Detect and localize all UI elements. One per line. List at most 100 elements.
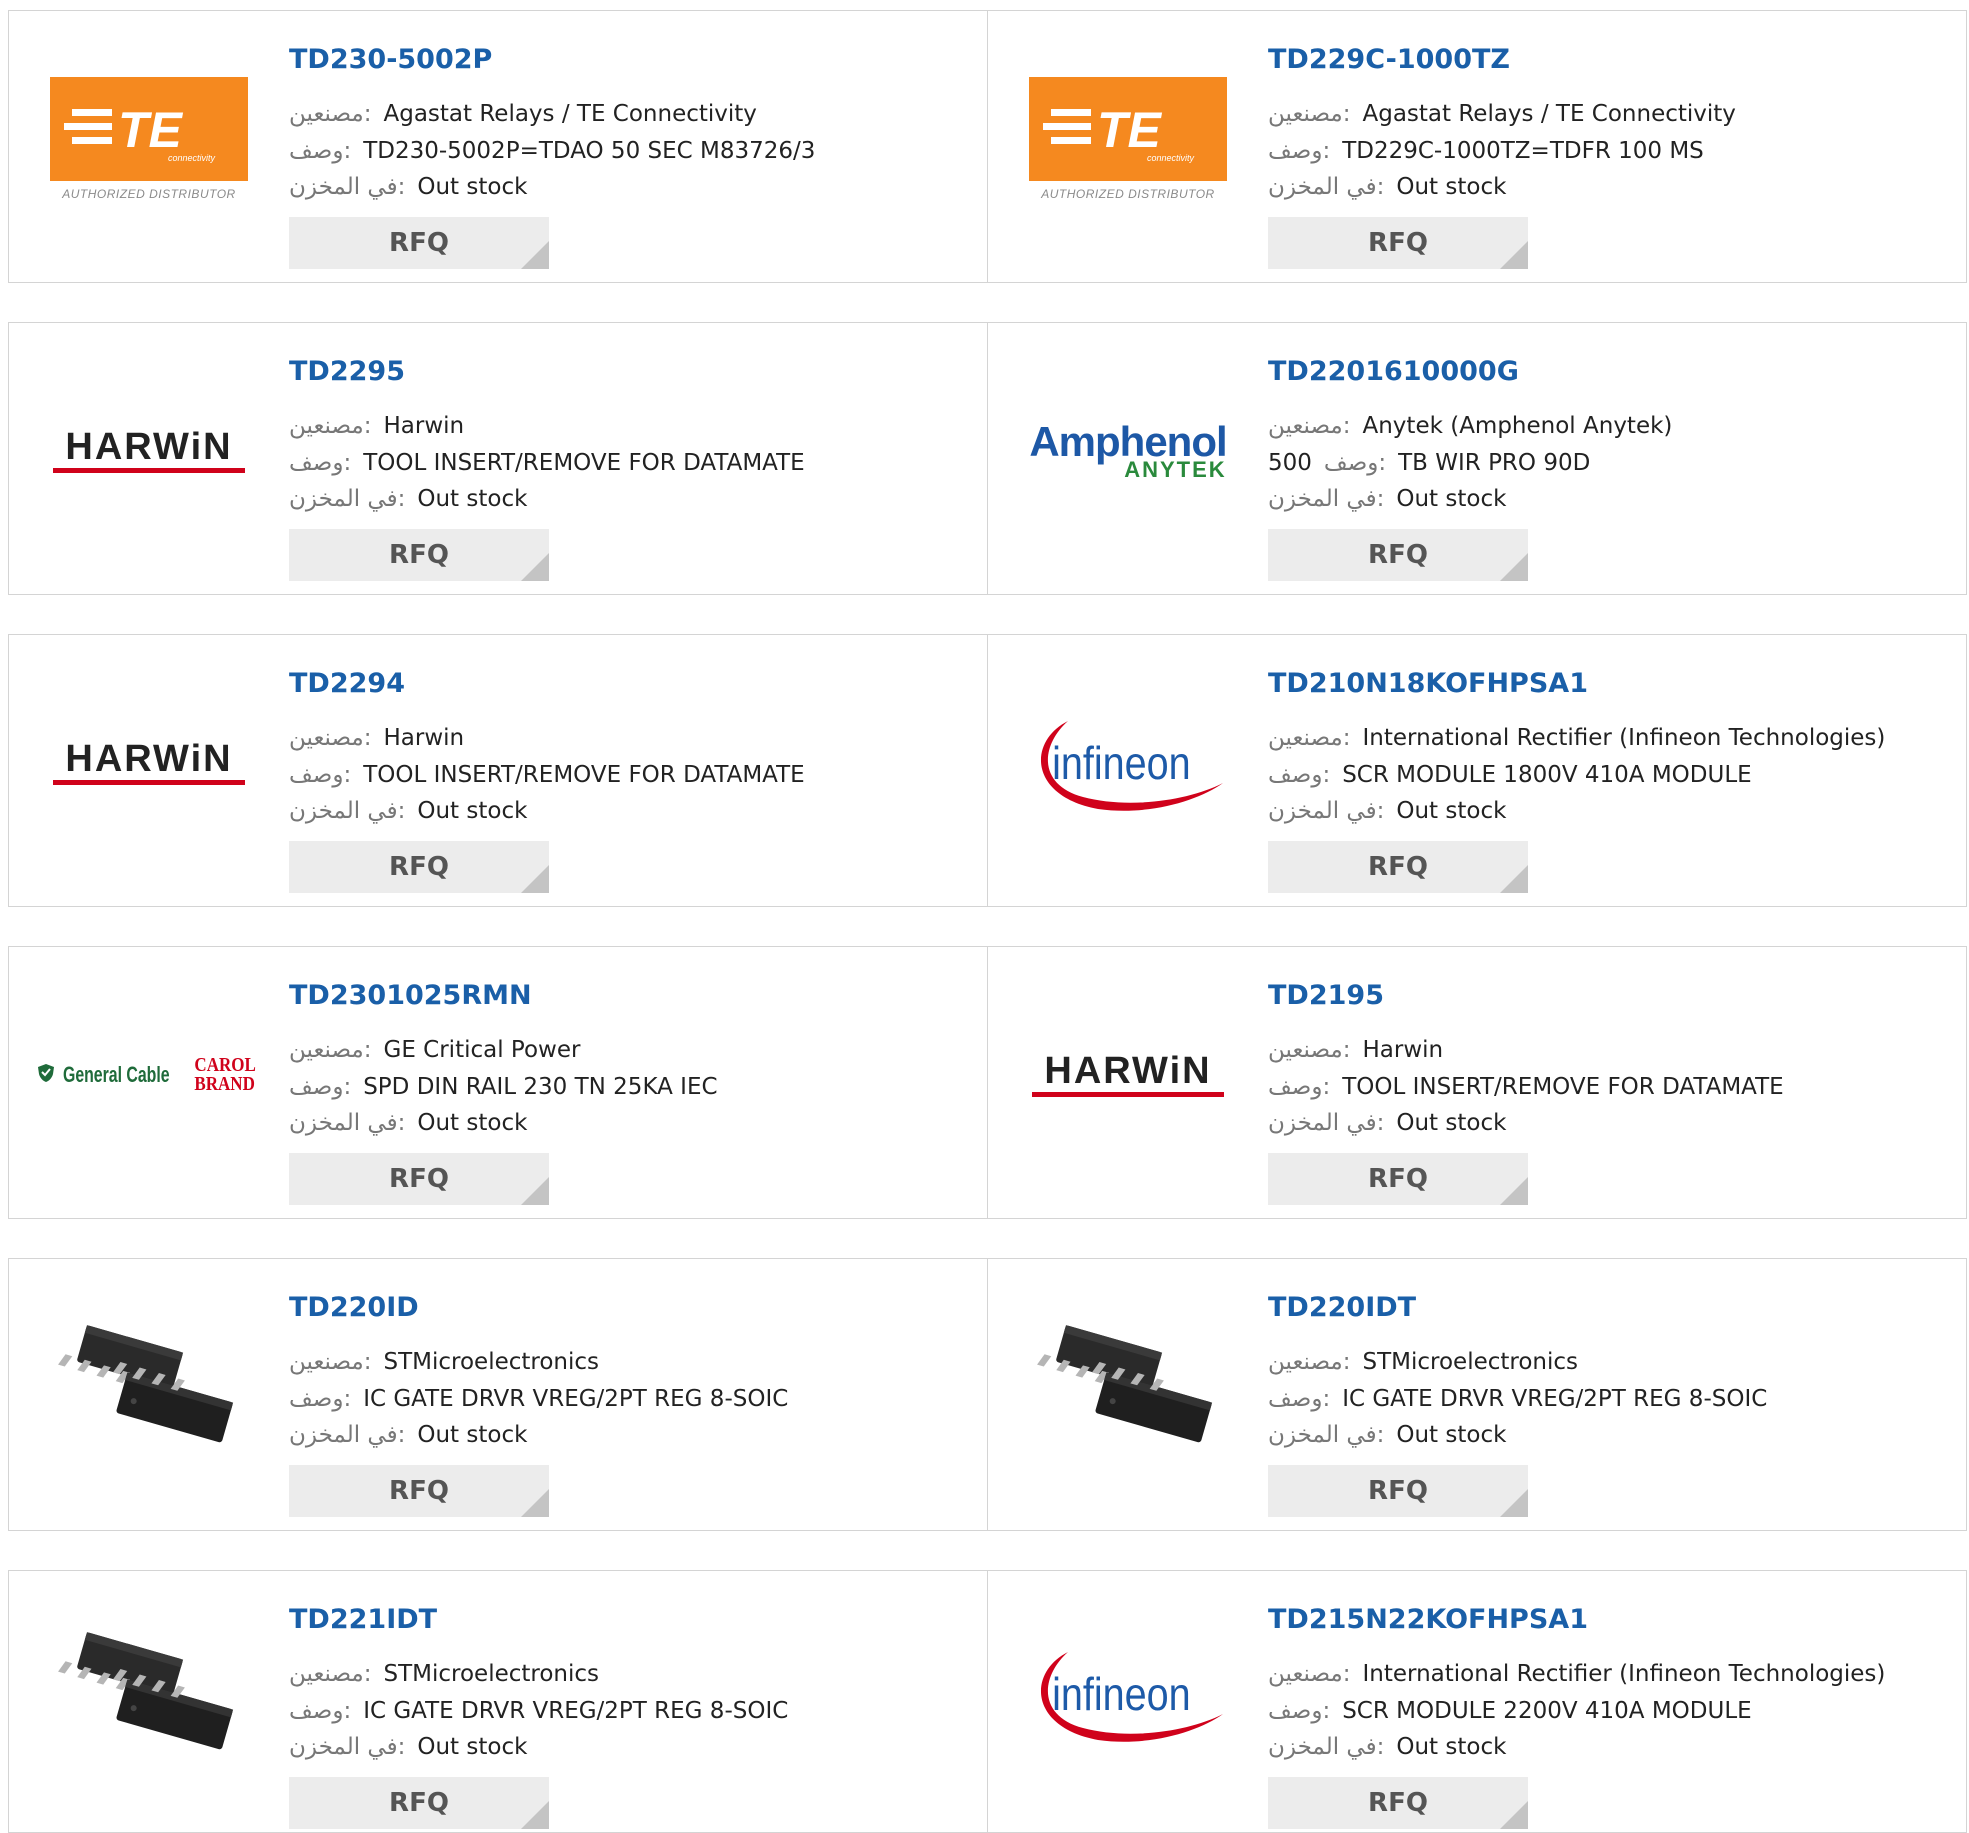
te-connectivity-logo: TE connectivity AUTHORIZED DISTRIBUTOR: [50, 76, 248, 201]
stock-label: في المخزن:: [289, 798, 406, 824]
rfq-button-label: RFQ: [389, 540, 449, 570]
part-number-link[interactable]: TD220IDT: [1268, 1292, 1416, 1323]
stock-label: في المخزن:: [1268, 486, 1385, 512]
description-value: TOOL INSERT/REMOVE FOR DATAMATE: [1342, 1074, 1784, 1100]
description: وصف: SCR MODULE 2200V 410A MODULE: [1268, 1698, 1752, 1724]
rfq-button[interactable]: RFQ: [1268, 1465, 1528, 1517]
manufacturer: مصنعين: STMicroelectronics: [1268, 1349, 1578, 1375]
stock: في المخزن: Out stock: [1268, 486, 1506, 512]
description: وصف: SCR MODULE 1800V 410A MODULE: [1268, 762, 1752, 788]
manufacturer-value: STMicroelectronics: [383, 1349, 600, 1375]
amphenol-anytek-logo: Amphenol ANYTEK: [1029, 420, 1227, 481]
description-value: SPD DIN RAIL 230 TN 25KA IEC: [363, 1074, 718, 1100]
harwin-logo-text: HARWiN: [65, 426, 233, 468]
stock-value: Out stock: [417, 798, 528, 824]
harwin-logo-bar: [53, 468, 245, 473]
manufacturer-value: GE Critical Power: [383, 1037, 581, 1063]
rfq-button[interactable]: RFQ: [1268, 841, 1528, 893]
rfq-button-label: RFQ: [389, 1164, 449, 1194]
manufacturer-label: مصنعين:: [1268, 1661, 1351, 1687]
stock-label: في المخزن:: [289, 486, 406, 512]
stock-value: Out stock: [1396, 174, 1507, 200]
product-logo: TE connectivity AUTHORIZED DISTRIBUTOR: [1028, 66, 1228, 211]
stock-label: في المخزن:: [289, 1422, 406, 1448]
part-number-link[interactable]: TD220ID: [289, 1292, 419, 1323]
stock-label: في المخزن:: [289, 174, 406, 200]
rfq-button[interactable]: RFQ: [289, 1777, 549, 1829]
rfq-button[interactable]: RFQ: [289, 1153, 549, 1205]
rfq-button[interactable]: RFQ: [289, 529, 549, 581]
part-number-link[interactable]: TD2201610000G: [1268, 356, 1519, 387]
part-number-link[interactable]: TD2301025RMN: [289, 980, 532, 1011]
harwin-logo-bar: [53, 780, 245, 785]
rfq-button-label: RFQ: [1368, 228, 1428, 258]
product-card: TD221IDT مصنعين: STMicroelectronics وصف: IC …: [8, 1570, 988, 1833]
description-value: IC GATE DRVR VREG/2PT REG 8-SOIC: [1342, 1386, 1768, 1412]
manufacturer: مصنعين: Harwin: [289, 413, 464, 439]
soic-chip-image: [1028, 1310, 1228, 1464]
manufacturer-label: مصنعين:: [289, 1661, 372, 1687]
product-logo: [1028, 1314, 1228, 1459]
rfq-button-label: RFQ: [1368, 1788, 1428, 1818]
part-number-link[interactable]: TD221IDT: [289, 1604, 437, 1635]
description-label: وصف:: [1268, 1074, 1331, 1100]
rfq-button-label: RFQ: [1368, 1476, 1428, 1506]
product-logo: HARWiN: [49, 378, 249, 523]
soic-chip-image: [49, 1310, 249, 1464]
rfq-button[interactable]: RFQ: [289, 217, 549, 269]
description: وصف: TOOL INSERT/REMOVE FOR DATAMATE: [289, 450, 805, 476]
rfq-button[interactable]: RFQ: [1268, 529, 1528, 581]
part-number-link[interactable]: TD210N18KOFHPSA1: [1268, 668, 1588, 699]
description: وصف: IC GATE DRVR VREG/2PT REG 8-SOIC: [289, 1386, 788, 1412]
description-value: IC GATE DRVR VREG/2PT REG 8-SOIC: [363, 1698, 789, 1724]
product-card: TD220ID مصنعين: STMicroelectronics وصف: IC G…: [8, 1258, 988, 1531]
corner-fold-icon: [521, 553, 549, 581]
part-number-link[interactable]: TD2294: [289, 668, 405, 699]
manufacturer-label: مصنعين:: [289, 725, 372, 751]
infineon-logo: infineon: [1028, 701, 1228, 825]
rfq-button-label: RFQ: [389, 1476, 449, 1506]
infineon-logo: infineon: [1028, 1632, 1228, 1756]
stock-value: Out stock: [417, 1110, 528, 1136]
rfq-button-label: RFQ: [389, 228, 449, 258]
manufacturer-label: مصنعين:: [289, 1037, 372, 1063]
rfq-button[interactable]: RFQ: [289, 841, 549, 893]
stock-label: في المخزن:: [1268, 798, 1385, 824]
manufacturer: مصنعين: Harwin: [289, 725, 464, 751]
product-card: TE connectivity AUTHORIZED DISTRIBUTOR TD23…: [8, 10, 988, 283]
stock: في المخزن: Out stock: [1268, 1422, 1506, 1448]
corner-fold-icon: [1500, 1489, 1528, 1517]
part-number-link[interactable]: TD2195: [1268, 980, 1384, 1011]
manufacturer-label: مصنعين:: [1268, 413, 1351, 439]
part-number-link[interactable]: TD229C-1000TZ: [1268, 44, 1510, 75]
manufacturer-value: Harwin: [383, 725, 465, 751]
stock: في المخزن: Out stock: [1268, 798, 1506, 824]
stock-label: في المخزن:: [289, 1110, 406, 1136]
te-connectivity-logo: TE connectivity AUTHORIZED DISTRIBUTOR: [1029, 76, 1227, 201]
corner-fold-icon: [1500, 865, 1528, 893]
part-number-link[interactable]: TD2295: [289, 356, 405, 387]
manufacturer: مصنعين: Anytek (Amphenol Anytek): [1268, 413, 1672, 439]
rfq-button[interactable]: RFQ: [289, 1465, 549, 1517]
description-value: TB WIR PRO 90D: [1398, 450, 1591, 476]
part-number-link[interactable]: TD215N22KOFHPSA1: [1268, 1604, 1588, 1635]
manufacturer-value: STMicroelectronics: [1362, 1349, 1579, 1375]
rfq-button[interactable]: RFQ: [1268, 1777, 1528, 1829]
harwin-logo-text: HARWiN: [1044, 1050, 1212, 1092]
product-card: TE connectivity AUTHORIZED DISTRIBUTOR TD22…: [987, 10, 1967, 283]
corner-fold-icon: [521, 1801, 549, 1829]
rfq-button[interactable]: RFQ: [1268, 217, 1528, 269]
part-number-link[interactable]: TD230-5002P: [289, 44, 492, 75]
description-value: TD229C-1000TZ=TDFR 100 MS: [1342, 138, 1704, 164]
stock-value: Out stock: [1396, 1422, 1507, 1448]
corner-fold-icon: [1500, 1801, 1528, 1829]
rfq-button[interactable]: RFQ: [1268, 1153, 1528, 1205]
stock: في المخزن: Out stock: [289, 1110, 527, 1136]
infineon-text: infineon: [1052, 738, 1191, 789]
stock-label: في المخزن:: [289, 1734, 406, 1760]
stock-label: في المخزن:: [1268, 1422, 1385, 1448]
carol-brand-logo: CAROL BRAND: [194, 1055, 255, 1094]
manufacturer-value: International Rectifier (Infineon Techno…: [1362, 1661, 1886, 1687]
shield-icon: [37, 1063, 55, 1087]
product-logo: General Cable CAROL BRAND: [37, 1002, 256, 1147]
